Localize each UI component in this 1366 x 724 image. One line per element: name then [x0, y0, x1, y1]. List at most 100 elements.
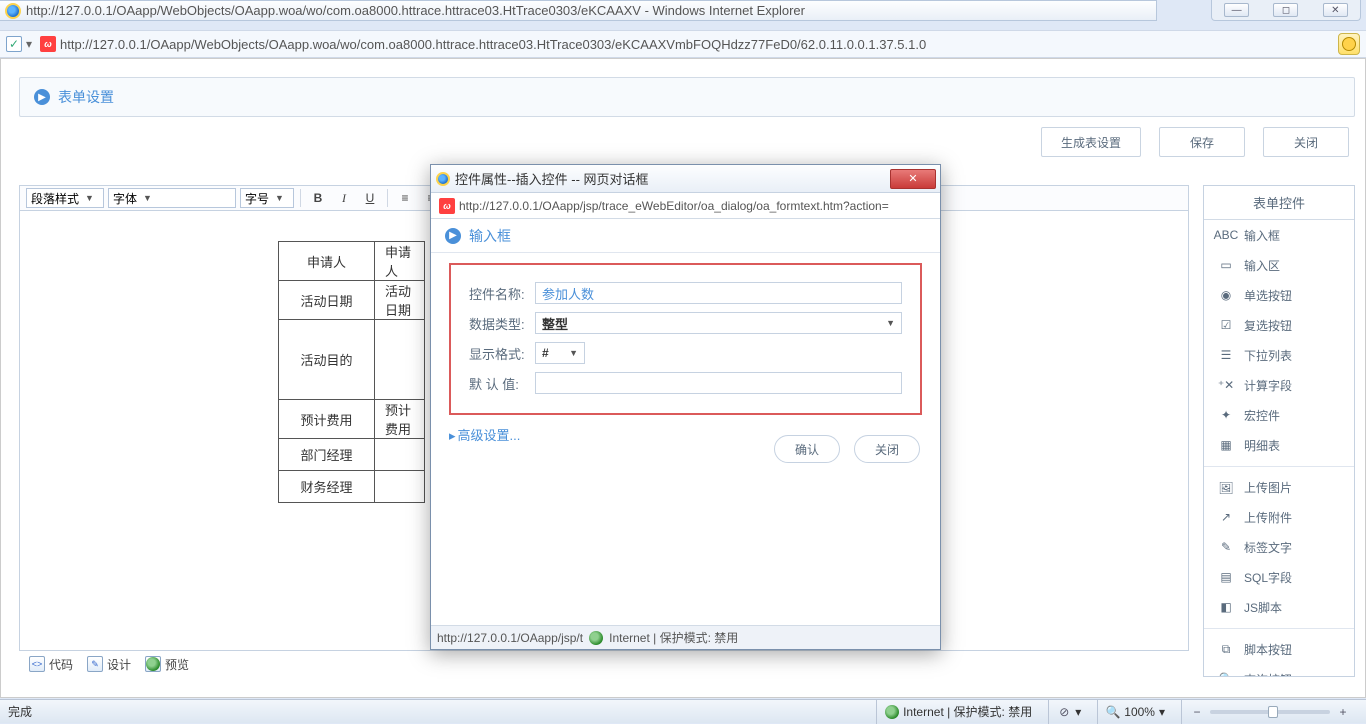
- sidebar-item-label: 单选按钮: [1244, 287, 1292, 304]
- sidebar-item-icon: ▤: [1218, 569, 1234, 585]
- editor-footer-tabs: <>代码 ✎设计 预览: [19, 651, 1189, 677]
- ie-icon: [5, 3, 21, 19]
- tab-design[interactable]: ✎设计: [87, 656, 131, 673]
- sidebar-item-label: 输入区: [1244, 257, 1280, 274]
- slider-knob[interactable]: [1268, 706, 1278, 718]
- sidebar-item[interactable]: ✎标签文字: [1204, 532, 1354, 562]
- cell-value[interactable]: 预计费用: [375, 400, 425, 439]
- dialog-titlebar[interactable]: 控件属性--插入控件 -- 网页对话框 ✕: [431, 165, 940, 193]
- status-security-zone[interactable]: Internet | 保护模式: 禁用: [876, 700, 1040, 724]
- data-type-select[interactable]: 整型▼: [535, 312, 902, 334]
- ok-button[interactable]: 确认: [774, 435, 840, 463]
- sidebar-item-label: 输入框: [1244, 227, 1280, 244]
- browser-statusbar: 完成 Internet | 保护模式: 禁用 ⊘▾ 🔍 100% ▾ − +: [0, 699, 1366, 723]
- sidebar-item-icon: 🖼: [1218, 480, 1234, 496]
- sidebar-item[interactable]: 🔍查询按钮: [1204, 664, 1354, 677]
- sidebar-item[interactable]: ✦宏控件: [1204, 400, 1354, 430]
- cell-label: 活动日期: [279, 281, 375, 320]
- sidebar-item[interactable]: ↗上传附件: [1204, 502, 1354, 532]
- address-url[interactable]: http://127.0.0.1/OAapp/WebObjects/OAapp.…: [60, 37, 1332, 52]
- code-icon: <>: [29, 656, 45, 672]
- dropdown-icon[interactable]: ▾: [26, 37, 36, 51]
- cell-label: 活动目的: [279, 320, 375, 400]
- sidebar-item[interactable]: ▦明细表: [1204, 430, 1354, 460]
- separator: [387, 189, 388, 207]
- cancel-button[interactable]: 关闭: [854, 435, 920, 463]
- status-tools[interactable]: ⊘▾: [1048, 700, 1089, 724]
- close-window-button[interactable]: ✕: [1323, 3, 1348, 17]
- bold-button[interactable]: B: [307, 188, 329, 208]
- cell-label: 申请人: [279, 242, 375, 281]
- sidebar-item[interactable]: ⁺✕ 计算字段: [1204, 370, 1354, 400]
- sidebar-title: 表单控件: [1204, 186, 1354, 220]
- default-value-input[interactable]: [535, 372, 902, 394]
- compat-view-button[interactable]: [1338, 33, 1360, 55]
- sidebar-item-label: SQL字段: [1244, 569, 1292, 586]
- align-left-button[interactable]: ≡: [394, 188, 416, 208]
- cell-value[interactable]: [375, 320, 425, 400]
- dialog-section-title: 输入框: [469, 226, 511, 246]
- cell-label: 预计费用: [279, 400, 375, 439]
- sidebar-item[interactable]: ◉ 单选按钮: [1204, 280, 1354, 310]
- zoom-slider-cell: − +: [1181, 700, 1358, 724]
- minimize-button[interactable]: —: [1224, 3, 1249, 17]
- window-title: http://127.0.0.1/OAapp/WebObjects/OAapp.…: [26, 3, 805, 18]
- security-shield-icon[interactable]: ✓: [6, 36, 22, 52]
- dialog-section-header: ▶ 输入框: [431, 219, 940, 253]
- paragraph-style-select[interactable]: 段落样式▼: [26, 188, 104, 208]
- zoom-control[interactable]: 🔍 100% ▾: [1097, 700, 1173, 724]
- zoom-slider[interactable]: [1210, 710, 1330, 714]
- tab-code[interactable]: <>代码: [29, 656, 73, 673]
- sidebar-item-label: 上传附件: [1244, 509, 1292, 526]
- page-title: 表单设置: [58, 87, 114, 107]
- field-label-format: 显示格式:: [469, 344, 535, 363]
- underline-button[interactable]: U: [359, 188, 381, 208]
- sidebar-item[interactable]: ▤ SQL字段: [1204, 562, 1354, 592]
- control-name-input[interactable]: 参加人数: [535, 282, 902, 304]
- dialog-address-bar: ω http://127.0.0.1/OAapp/jsp/trace_eWebE…: [431, 193, 940, 219]
- table-row: 预计费用预计费用: [279, 400, 425, 439]
- blocked-icon: ⊘: [1057, 705, 1071, 719]
- maximize-button[interactable]: ◻: [1273, 3, 1298, 17]
- sidebar-item-icon: ☑: [1218, 317, 1234, 333]
- close-button[interactable]: 关闭: [1263, 127, 1349, 157]
- cell-value[interactable]: [375, 439, 425, 471]
- sidebar-item[interactable]: 🖼上传图片: [1204, 466, 1354, 502]
- sidebar-item-icon: ⁺✕: [1218, 377, 1234, 393]
- sidebar-item[interactable]: ⧉脚本按钮: [1204, 628, 1354, 664]
- ie-icon: [436, 172, 450, 186]
- sidebar-item-icon: ◉: [1218, 287, 1234, 303]
- table-row: 活动目的: [279, 320, 425, 400]
- sidebar-item-label: JS脚本: [1244, 599, 1282, 616]
- display-format-select[interactable]: #▼: [535, 342, 585, 364]
- dialog-statusbar: http://127.0.0.1/OAapp/jsp/t Internet | …: [431, 625, 940, 649]
- table-row: 财务经理: [279, 471, 425, 503]
- tab-preview[interactable]: 预览: [145, 656, 189, 673]
- generate-button[interactable]: 生成表设置: [1041, 127, 1141, 157]
- dialog-close-button[interactable]: ✕: [890, 169, 936, 189]
- save-button[interactable]: 保存: [1159, 127, 1245, 157]
- sidebar-item[interactable]: ◧JS脚本: [1204, 592, 1354, 622]
- italic-button[interactable]: I: [333, 188, 355, 208]
- font-size-select[interactable]: 字号▼: [240, 188, 294, 208]
- sidebar-item-label: 计算字段: [1244, 377, 1292, 394]
- cell-value[interactable]: 申请人: [375, 242, 425, 281]
- font-family-select[interactable]: 字体▼: [108, 188, 236, 208]
- table-row: 申请人申请人: [279, 242, 425, 281]
- cell-value[interactable]: [375, 471, 425, 503]
- cell-value[interactable]: 活动日期: [375, 281, 425, 320]
- design-icon: ✎: [87, 656, 103, 672]
- sidebar-item[interactable]: ☰下拉列表: [1204, 340, 1354, 370]
- zoom-out-button[interactable]: −: [1190, 705, 1204, 719]
- dialog-url[interactable]: http://127.0.0.1/OAapp/jsp/trace_eWebEdi…: [459, 199, 936, 213]
- address-bar-row: ✓ ▾ ω http://127.0.0.1/OAapp/WebObjects/…: [0, 30, 1366, 58]
- sidebar-item[interactable]: ☑复选按钮: [1204, 310, 1354, 340]
- sidebar-item[interactable]: ABC输入框: [1204, 220, 1354, 250]
- sidebar-item[interactable]: ▭输入区: [1204, 250, 1354, 280]
- preview-icon: [145, 656, 161, 672]
- oa-favicon-icon: ω: [40, 36, 56, 52]
- sidebar-item-icon: 🔍: [1218, 671, 1234, 677]
- zoom-in-button[interactable]: +: [1336, 705, 1350, 719]
- separator: [300, 189, 301, 207]
- dialog-status-url: http://127.0.0.1/OAapp/jsp/t: [437, 631, 583, 645]
